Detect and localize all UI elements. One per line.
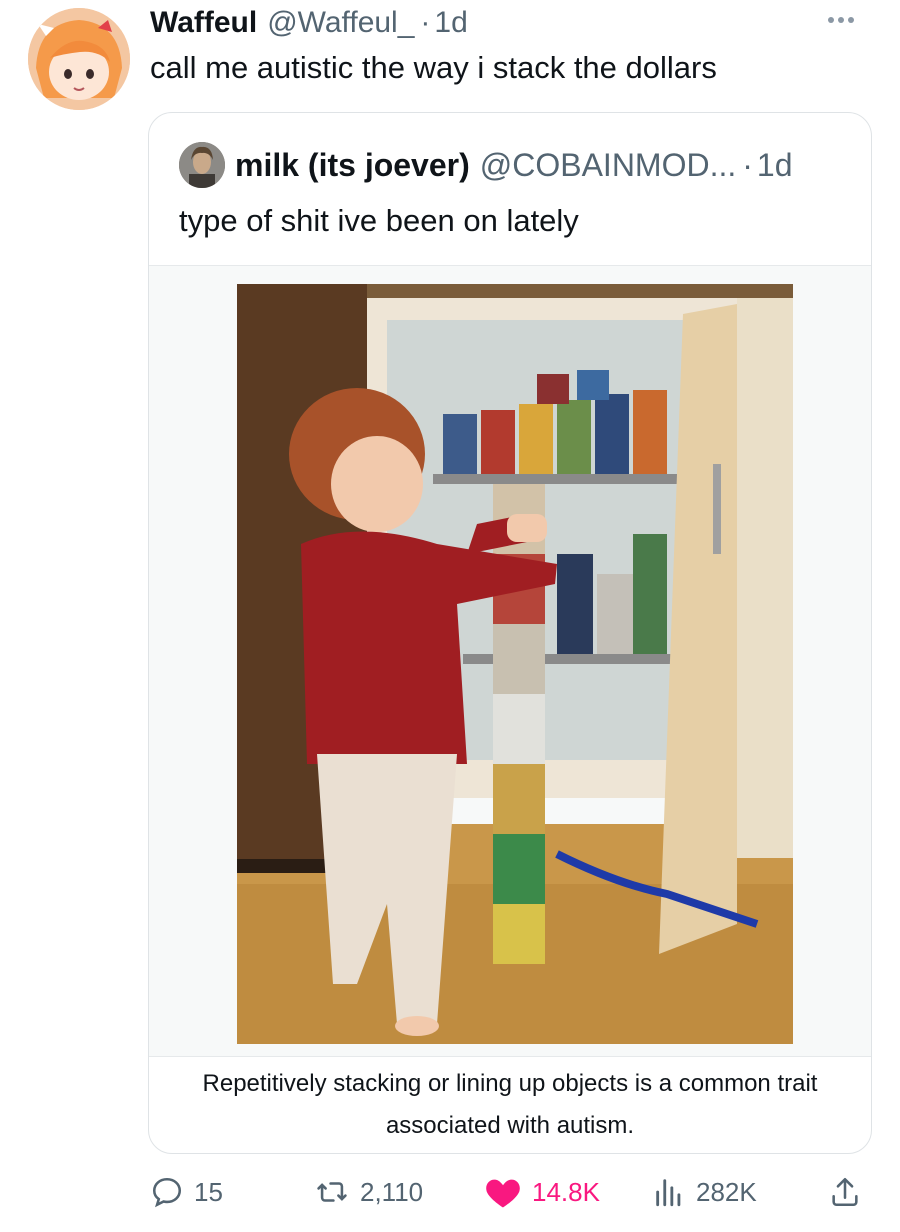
reply-icon: [152, 1177, 182, 1208]
quoted-tweet-time[interactable]: 1d: [757, 147, 793, 184]
quoted-author-name[interactable]: milk (its joever): [235, 147, 470, 184]
repost-count: 2,110: [360, 1176, 424, 1207]
tweet-header: Waffeul @Waffeul_ · 1d: [150, 6, 870, 46]
time-separator: ·: [420, 6, 431, 39]
quoted-tweet-text: type of shit ive been on lately: [179, 203, 579, 238]
heart-icon: [486, 1179, 520, 1208]
author-handle[interactable]: @Waffeul_: [267, 6, 414, 40]
tweet-text: call me autistic the way i stack the dol…: [150, 50, 717, 85]
quoted-time-separator: ·: [742, 146, 753, 183]
share-icon: [832, 1177, 858, 1207]
tweet-action-bar: 15 2,110 14.8K 282K: [150, 1170, 870, 1214]
reply-button[interactable]: 15: [150, 1170, 223, 1214]
like-button[interactable]: 14.8K: [484, 1170, 600, 1214]
repost-button[interactable]: 2,110: [314, 1170, 423, 1214]
tweet-time[interactable]: 1d: [434, 6, 467, 40]
person-avatar-icon: [179, 142, 225, 188]
author-name[interactable]: Waffeul: [150, 6, 257, 40]
toddler-stacking-cans-photo-icon: [237, 284, 793, 1044]
views-count: 282K: [696, 1176, 757, 1207]
anime-girl-avatar-icon: [28, 8, 130, 110]
share-button[interactable]: [828, 1170, 872, 1214]
reply-count: 15: [194, 1176, 223, 1207]
quoted-media[interactable]: [149, 265, 871, 1057]
more-options-icon[interactable]: [828, 10, 868, 30]
media-caption: Repetitively stacking or lining up objec…: [149, 1063, 871, 1147]
quoted-author-avatar: [179, 142, 225, 188]
author-avatar[interactable]: [28, 8, 130, 110]
views-chart-icon: [656, 1179, 681, 1207]
caption-text: Repetitively stacking or lining up objec…: [202, 1070, 818, 1139]
quoted-tweet-header: milk (its joever) @COBAINMOD... · 1d: [179, 141, 851, 189]
like-count: 14.8K: [532, 1176, 600, 1207]
repost-icon: [317, 1182, 347, 1202]
views-button[interactable]: 282K: [652, 1170, 757, 1214]
quoted-tweet-card[interactable]: milk (its joever) @COBAINMOD... · 1d typ…: [148, 112, 872, 1154]
quoted-author-handle[interactable]: @COBAINMOD...: [480, 147, 737, 184]
